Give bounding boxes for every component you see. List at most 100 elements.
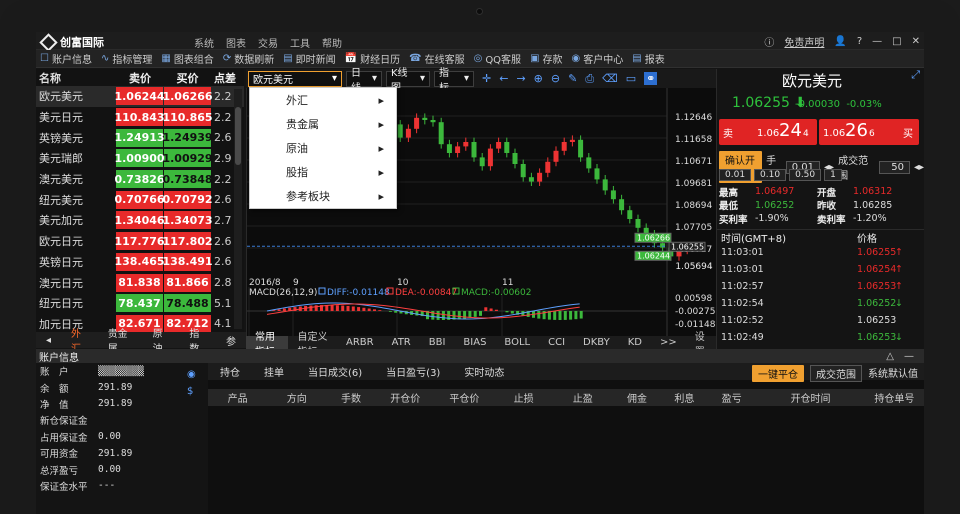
watchlist-tab-0[interactable]: 外汇 bbox=[61, 329, 98, 355]
indicator-tab-7[interactable]: CCI bbox=[539, 336, 574, 349]
buy-price[interactable]: 1.00929 bbox=[162, 149, 213, 168]
buy-price[interactable]: 138.491 bbox=[162, 252, 213, 271]
watchlist-tab-4[interactable]: 参 bbox=[216, 332, 246, 348]
indicator-tab-6[interactable]: BOLL bbox=[495, 336, 539, 349]
scroll-thumb[interactable] bbox=[235, 107, 241, 165]
positions-col-1[interactable]: 方向 bbox=[267, 390, 326, 405]
indicator-tab-4[interactable]: BBI bbox=[420, 336, 455, 349]
position-tab-2[interactable]: 当日成交(6) bbox=[296, 364, 374, 379]
sell-button[interactable]: 卖 1.06 24 4 bbox=[719, 119, 817, 145]
positions-col-3[interactable]: 开仓价 bbox=[376, 390, 435, 405]
toolbar-item-1[interactable]: ∿ 指标管理 bbox=[101, 51, 152, 66]
menu-item-1[interactable]: 图表 bbox=[226, 35, 246, 50]
rectangle-icon[interactable]: ▭ bbox=[626, 72, 636, 85]
watchlist-row[interactable]: 美元瑞郎 1.00900 1.00929 2.9 bbox=[36, 148, 244, 169]
chart-type-select[interactable]: K线图▾ bbox=[386, 68, 430, 94]
help-icon[interactable]: ? bbox=[857, 36, 862, 47]
toolbar-item-2[interactable]: ▦ 图表组合 bbox=[161, 51, 213, 66]
watchlist-row[interactable]: 澳元美元 0.73826 0.73848 2.2 bbox=[36, 169, 244, 190]
eraser-icon[interactable]: ⌫ bbox=[602, 72, 618, 85]
close-all-button[interactable]: 一键平仓 bbox=[752, 365, 804, 382]
default-button[interactable]: 系统默认值 bbox=[868, 365, 918, 382]
watchlist-row[interactable]: 美元加元 1.34046 1.34073 2.7 bbox=[36, 210, 244, 231]
deposit-icon[interactable]: $ bbox=[187, 386, 193, 397]
positions-col-10[interactable]: 开仓时间 bbox=[756, 390, 864, 405]
info-icon[interactable]: ⓘ bbox=[764, 34, 774, 49]
watchlist-row[interactable]: 纽元美元 0.70766 0.70792 2.6 bbox=[36, 189, 244, 210]
sell-price[interactable]: 1.24913 bbox=[114, 128, 165, 147]
sell-price[interactable]: 110.843 bbox=[114, 108, 165, 127]
buy-price[interactable]: 117.802 bbox=[162, 232, 213, 251]
indicator-tab-8[interactable]: DKBY bbox=[574, 336, 619, 349]
buy-price[interactable]: 110.865 bbox=[162, 108, 213, 127]
position-tab-1[interactable]: 挂单 bbox=[252, 364, 296, 379]
quick-lot-2[interactable]: 0.50 bbox=[789, 169, 822, 181]
watchlist-row[interactable]: 纽元日元 78.437 78.488 5.1 bbox=[36, 293, 244, 314]
menu-item-3[interactable]: 工具 bbox=[290, 35, 310, 50]
toolbar-item-7[interactable]: ◎ QQ客服 bbox=[474, 51, 521, 66]
menu-item-2[interactable]: 交易 bbox=[258, 35, 278, 50]
watchlist-row[interactable]: 美元日元 110.843 110.865 2.2 bbox=[36, 107, 244, 128]
watchlist-tab-3[interactable]: 指数 bbox=[179, 329, 216, 355]
sell-price[interactable]: 1.34046 bbox=[114, 211, 165, 230]
sell-price[interactable]: 0.73826 bbox=[114, 170, 165, 189]
positions-col-7[interactable]: 佣金 bbox=[612, 390, 661, 405]
positions-col-4[interactable]: 平仓价 bbox=[435, 390, 494, 405]
position-tab-3[interactable]: 当日盈亏(3) bbox=[374, 364, 452, 379]
stepper-icon[interactable]: ◂▸ bbox=[914, 162, 924, 173]
positions-col-6[interactable]: 止盈 bbox=[553, 390, 612, 405]
buy-price[interactable]: 1.06266 bbox=[162, 87, 213, 106]
positions-col-9[interactable]: 盈亏 bbox=[707, 390, 756, 405]
sell-price[interactable]: 1.00900 bbox=[114, 149, 165, 168]
sell-price[interactable]: 78.437 bbox=[116, 294, 163, 313]
position-tab-0[interactable]: 持仓 bbox=[208, 364, 252, 379]
indicator-tab-2[interactable]: ARBR bbox=[337, 336, 383, 349]
dropdown-item-2[interactable]: 原油 ▸ bbox=[250, 136, 396, 160]
buy-button[interactable]: 1.06 26 6 买 bbox=[819, 119, 919, 145]
expand-icon[interactable]: ⤢ bbox=[911, 68, 920, 82]
buy-price[interactable]: 0.73848 bbox=[162, 170, 213, 189]
indicator-tab-11[interactable]: 设置 bbox=[686, 332, 716, 358]
watchlist-row[interactable]: 澳元日元 81.838 81.866 2.8 bbox=[36, 272, 244, 293]
minimize-icon[interactable]: — bbox=[872, 36, 882, 47]
link-icon[interactable]: ⚭ bbox=[644, 72, 658, 85]
warning-icon[interactable]: △ bbox=[886, 351, 894, 362]
symbol-select[interactable]: 欧元美元 ▾ bbox=[248, 70, 342, 87]
indicator-select[interactable]: 指标▾ bbox=[434, 68, 474, 94]
positions-col-0[interactable]: 产品 bbox=[208, 390, 267, 405]
quick-lot-0[interactable]: 0.01 bbox=[719, 169, 752, 181]
range-input[interactable]: 50 bbox=[879, 160, 910, 174]
indicator-tab-3[interactable]: ATR bbox=[383, 336, 420, 349]
crosshair-icon[interactable]: ✛ bbox=[482, 72, 491, 85]
col-sell[interactable]: 卖价 bbox=[116, 70, 164, 86]
watchlist-row[interactable]: 欧元日元 117.776 117.802 2.6 bbox=[36, 231, 244, 252]
watchlist-row[interactable]: 欧元美元 1.06244 1.06266 2.2 bbox=[36, 86, 244, 107]
dropdown-item-1[interactable]: 贵金属 ▸ bbox=[250, 112, 396, 136]
toolbar-item-4[interactable]: ▤ 即时新闻 bbox=[283, 51, 335, 66]
tab-prev-icon[interactable]: ◂ bbox=[36, 332, 61, 348]
quick-lot-3[interactable]: 1 bbox=[824, 169, 842, 181]
sell-price[interactable]: 138.465 bbox=[114, 252, 165, 271]
watchlist-tab-2[interactable]: 原油 bbox=[143, 329, 180, 355]
watchlist-row[interactable]: 英镑日元 138.465 138.491 2.6 bbox=[36, 252, 244, 273]
dropdown-item-4[interactable]: 参考板块 ▸ bbox=[250, 184, 396, 208]
indicator-tab-10[interactable]: >> bbox=[651, 336, 686, 349]
buy-price[interactable]: 1.34073 bbox=[162, 211, 213, 230]
disclaimer-link[interactable]: 免责声明 bbox=[784, 34, 824, 49]
quick-lot-1[interactable]: 0.10 bbox=[754, 169, 787, 181]
indicator-tab-1[interactable]: 自定义指标 bbox=[288, 332, 337, 358]
col-spread[interactable]: 点差 bbox=[211, 70, 241, 86]
buy-price[interactable]: 0.70792 bbox=[162, 190, 213, 209]
positions-col-11[interactable]: 持仓单号 bbox=[865, 390, 924, 405]
maximize-icon[interactable]: □ bbox=[892, 36, 901, 47]
watchlist-tab-1[interactable]: 贵金属 bbox=[98, 329, 143, 355]
draw-icon[interactable]: ✎ bbox=[568, 72, 577, 85]
col-name[interactable]: 名称 bbox=[36, 70, 116, 86]
arrow-left-icon[interactable]: ← bbox=[499, 72, 508, 85]
print-icon[interactable]: ⎙ bbox=[585, 72, 594, 86]
menu-item-0[interactable]: 系统 bbox=[194, 35, 214, 50]
watchlist-scrollbar[interactable] bbox=[234, 89, 242, 329]
mask-icon[interactable]: ◉ bbox=[187, 369, 196, 380]
buy-price[interactable]: 1.24939 bbox=[162, 128, 213, 147]
position-tab-4[interactable]: 实时动态 bbox=[452, 364, 516, 379]
